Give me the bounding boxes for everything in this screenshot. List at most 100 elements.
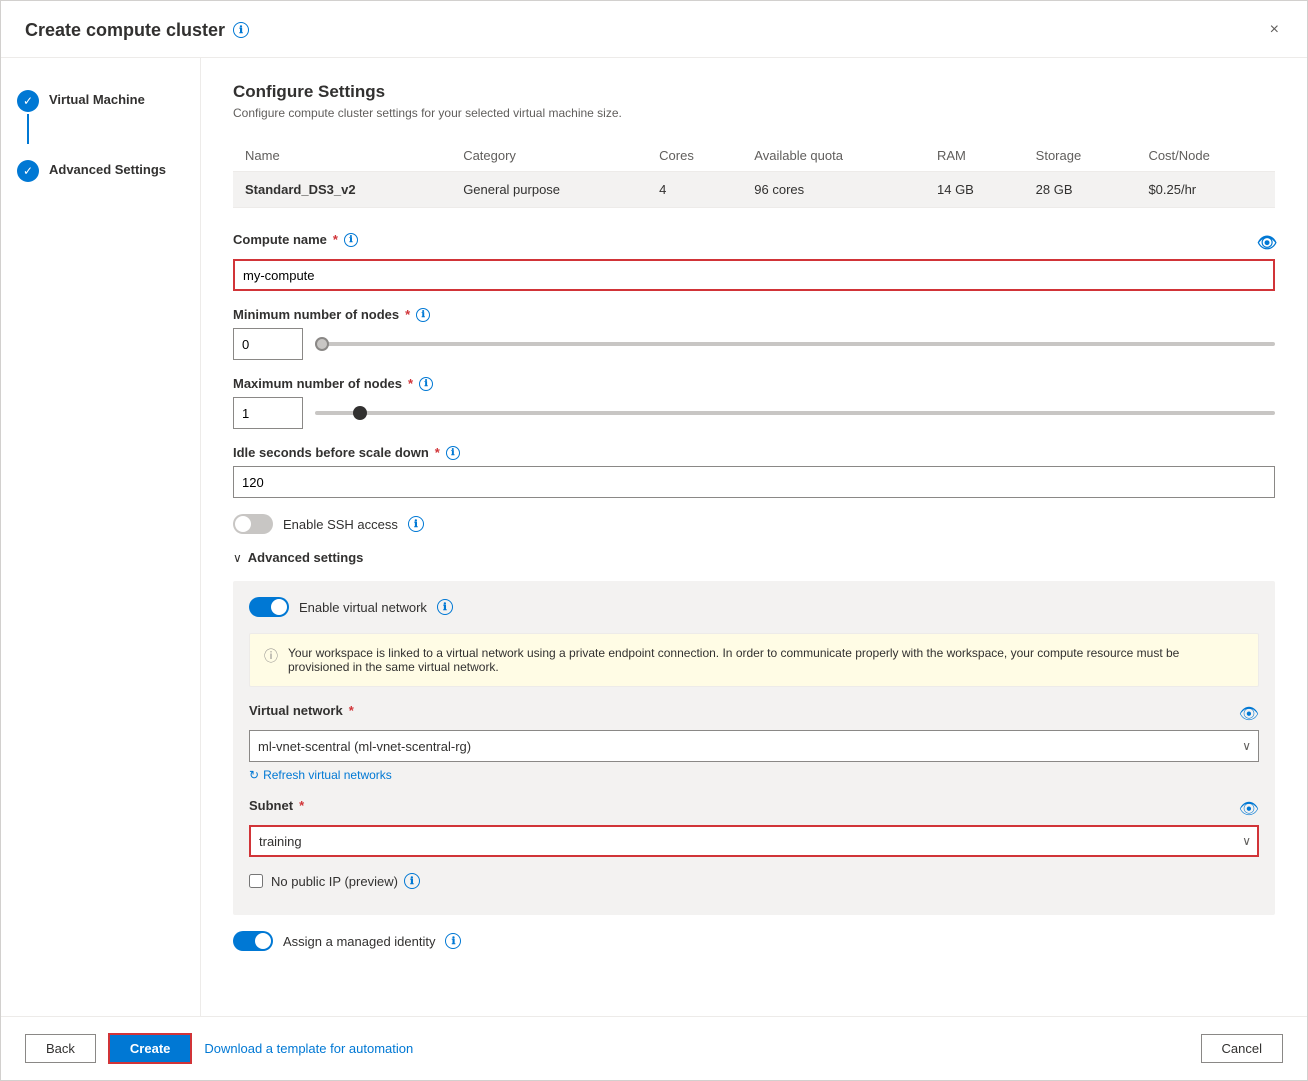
subnet-label: Subnet * [249, 798, 304, 813]
cancel-button[interactable]: Cancel [1201, 1034, 1283, 1063]
sidebar-step-2-label: Advanced Settings [49, 160, 166, 177]
required-star-subnet: * [299, 798, 304, 813]
ssh-toggle-knob [235, 516, 251, 532]
idle-seconds-input[interactable] [233, 466, 1275, 498]
dialog-footer: Back Create Download a template for auto… [1, 1016, 1307, 1080]
subnet-dropdown[interactable]: training [249, 825, 1259, 857]
col-category: Category [451, 140, 647, 172]
row-cores: 4 [647, 172, 742, 208]
required-star-vnet: * [349, 703, 354, 718]
max-nodes-row [233, 397, 1275, 429]
row-quota: 96 cores [742, 172, 925, 208]
idle-seconds-label: Idle seconds before scale down * ℹ [233, 445, 1275, 460]
col-ram: RAM [925, 140, 1024, 172]
step-indicator-1: ✓ [17, 90, 39, 144]
subnet-field-group: Subnet * 👁 training ∨ [249, 798, 1259, 857]
back-button[interactable]: Back [25, 1034, 96, 1063]
col-storage: Storage [1024, 140, 1137, 172]
max-nodes-slider-thumb[interactable] [353, 406, 367, 420]
sidebar-step-virtual-machine[interactable]: ✓ Virtual Machine [1, 82, 200, 152]
advanced-settings-header[interactable]: ∨ Advanced settings [233, 550, 1275, 565]
vnet-dropdown[interactable]: ml-vnet-scentral (ml-vnet-scentral-rg) [249, 730, 1259, 762]
sidebar-step-1-label: Virtual Machine [49, 90, 145, 107]
create-button[interactable]: Create [108, 1033, 192, 1064]
compute-name-header: Compute name * ℹ 👁 [233, 232, 1275, 253]
min-nodes-slider-thumb[interactable] [315, 337, 329, 351]
identity-toggle[interactable] [233, 931, 273, 951]
min-nodes-label: Minimum number of nodes * ℹ [233, 307, 1275, 322]
compute-name-label: Compute name * ℹ [233, 232, 358, 247]
min-nodes-info-icon[interactable]: ℹ [416, 308, 430, 322]
step-circle-1: ✓ [17, 90, 39, 112]
row-name: Standard_DS3_v2 [233, 172, 451, 208]
compute-name-info-icon[interactable]: ℹ [344, 233, 358, 247]
close-button[interactable]: × [1266, 17, 1283, 43]
no-public-ip-label: No public IP (preview) ℹ [271, 873, 420, 889]
dialog-title: Create compute cluster [25, 20, 225, 41]
step-circle-2: ✓ [17, 160, 39, 182]
vnet-toggle-label: Enable virtual network [299, 600, 427, 615]
check-icon-1: ✓ [23, 94, 33, 108]
header-left: Create compute cluster ℹ [25, 20, 249, 41]
vnet-toggle[interactable] [249, 597, 289, 617]
no-public-ip-row: No public IP (preview) ℹ [249, 873, 1259, 889]
subnet-header-row: Subnet * 👁 [249, 798, 1259, 819]
sidebar-step-advanced-settings[interactable]: ✓ Advanced Settings [1, 152, 200, 190]
step-line-1 [27, 114, 29, 144]
vm-table: Name Category Cores Available quota RAM … [233, 140, 1275, 208]
compute-name-input[interactable] [233, 259, 1275, 291]
compute-name-eye-icon[interactable]: 👁 [1259, 235, 1275, 251]
idle-seconds-group: Idle seconds before scale down * ℹ [233, 445, 1275, 498]
refresh-icon: ↻ [249, 768, 259, 782]
col-quota: Available quota [742, 140, 925, 172]
no-public-ip-info-icon[interactable]: ℹ [404, 873, 420, 889]
required-star-max: * [408, 376, 413, 391]
vnet-field-group: Virtual network * 👁 ml-vnet-scentral (ml… [249, 703, 1259, 782]
col-name: Name [233, 140, 451, 172]
row-category: General purpose [451, 172, 647, 208]
max-nodes-slider-track[interactable] [315, 411, 1275, 415]
min-nodes-slider-track[interactable] [315, 342, 1275, 346]
max-nodes-input[interactable] [233, 397, 303, 429]
dialog-body: ✓ Virtual Machine ✓ Advanced Settings Co… [1, 58, 1307, 1016]
sidebar: ✓ Virtual Machine ✓ Advanced Settings [1, 58, 201, 1016]
dialog-title-info-icon[interactable]: ℹ [233, 22, 249, 38]
ssh-info-icon[interactable]: ℹ [408, 516, 424, 532]
identity-toggle-knob [255, 933, 271, 949]
table-row[interactable]: Standard_DS3_v2 General purpose 4 96 cor… [233, 172, 1275, 208]
max-nodes-info-icon[interactable]: ℹ [419, 377, 433, 391]
min-nodes-row [233, 328, 1275, 360]
row-storage: 28 GB [1024, 172, 1137, 208]
col-cores: Cores [647, 140, 742, 172]
min-nodes-input[interactable] [233, 328, 303, 360]
col-cost: Cost/Node [1136, 140, 1275, 172]
download-template-link[interactable]: Download a template for automation [204, 1041, 413, 1056]
idle-seconds-info-icon[interactable]: ℹ [446, 446, 460, 460]
chevron-down-icon: ∨ [233, 551, 242, 565]
vnet-toggle-row: Enable virtual network ℹ [249, 597, 1259, 617]
refresh-networks-link[interactable]: ↻ Refresh virtual networks [249, 768, 1259, 782]
identity-toggle-label: Assign a managed identity [283, 934, 435, 949]
check-icon-2: ✓ [23, 164, 33, 178]
advanced-settings-label: Advanced settings [248, 550, 364, 565]
row-ram: 14 GB [925, 172, 1024, 208]
ssh-toggle[interactable] [233, 514, 273, 534]
create-compute-cluster-dialog: Create compute cluster ℹ × ✓ Virtual Mac… [0, 0, 1308, 1081]
required-star-idle: * [435, 445, 440, 460]
vnet-info-icon[interactable]: ℹ [437, 599, 453, 615]
warning-box: ⓘ Your workspace is linked to a virtual … [249, 633, 1259, 687]
vnet-eye-icon[interactable]: 👁 [1239, 704, 1259, 724]
step-indicator-2: ✓ [17, 160, 39, 182]
dialog-header: Create compute cluster ℹ × [1, 1, 1307, 58]
max-nodes-label: Maximum number of nodes * ℹ [233, 376, 1275, 391]
subnet-eye-icon[interactable]: 👁 [1239, 799, 1259, 819]
ssh-toggle-row: Enable SSH access ℹ [233, 514, 1275, 534]
no-public-ip-checkbox[interactable] [249, 874, 263, 888]
row-cost: $0.25/hr [1136, 172, 1275, 208]
identity-info-icon[interactable]: ℹ [445, 933, 461, 949]
max-nodes-group: Maximum number of nodes * ℹ [233, 376, 1275, 429]
refresh-networks-label: Refresh virtual networks [263, 768, 392, 782]
warning-text: Your workspace is linked to a virtual ne… [288, 646, 1244, 674]
warning-icon: ⓘ [264, 646, 278, 674]
min-nodes-group: Minimum number of nodes * ℹ [233, 307, 1275, 360]
